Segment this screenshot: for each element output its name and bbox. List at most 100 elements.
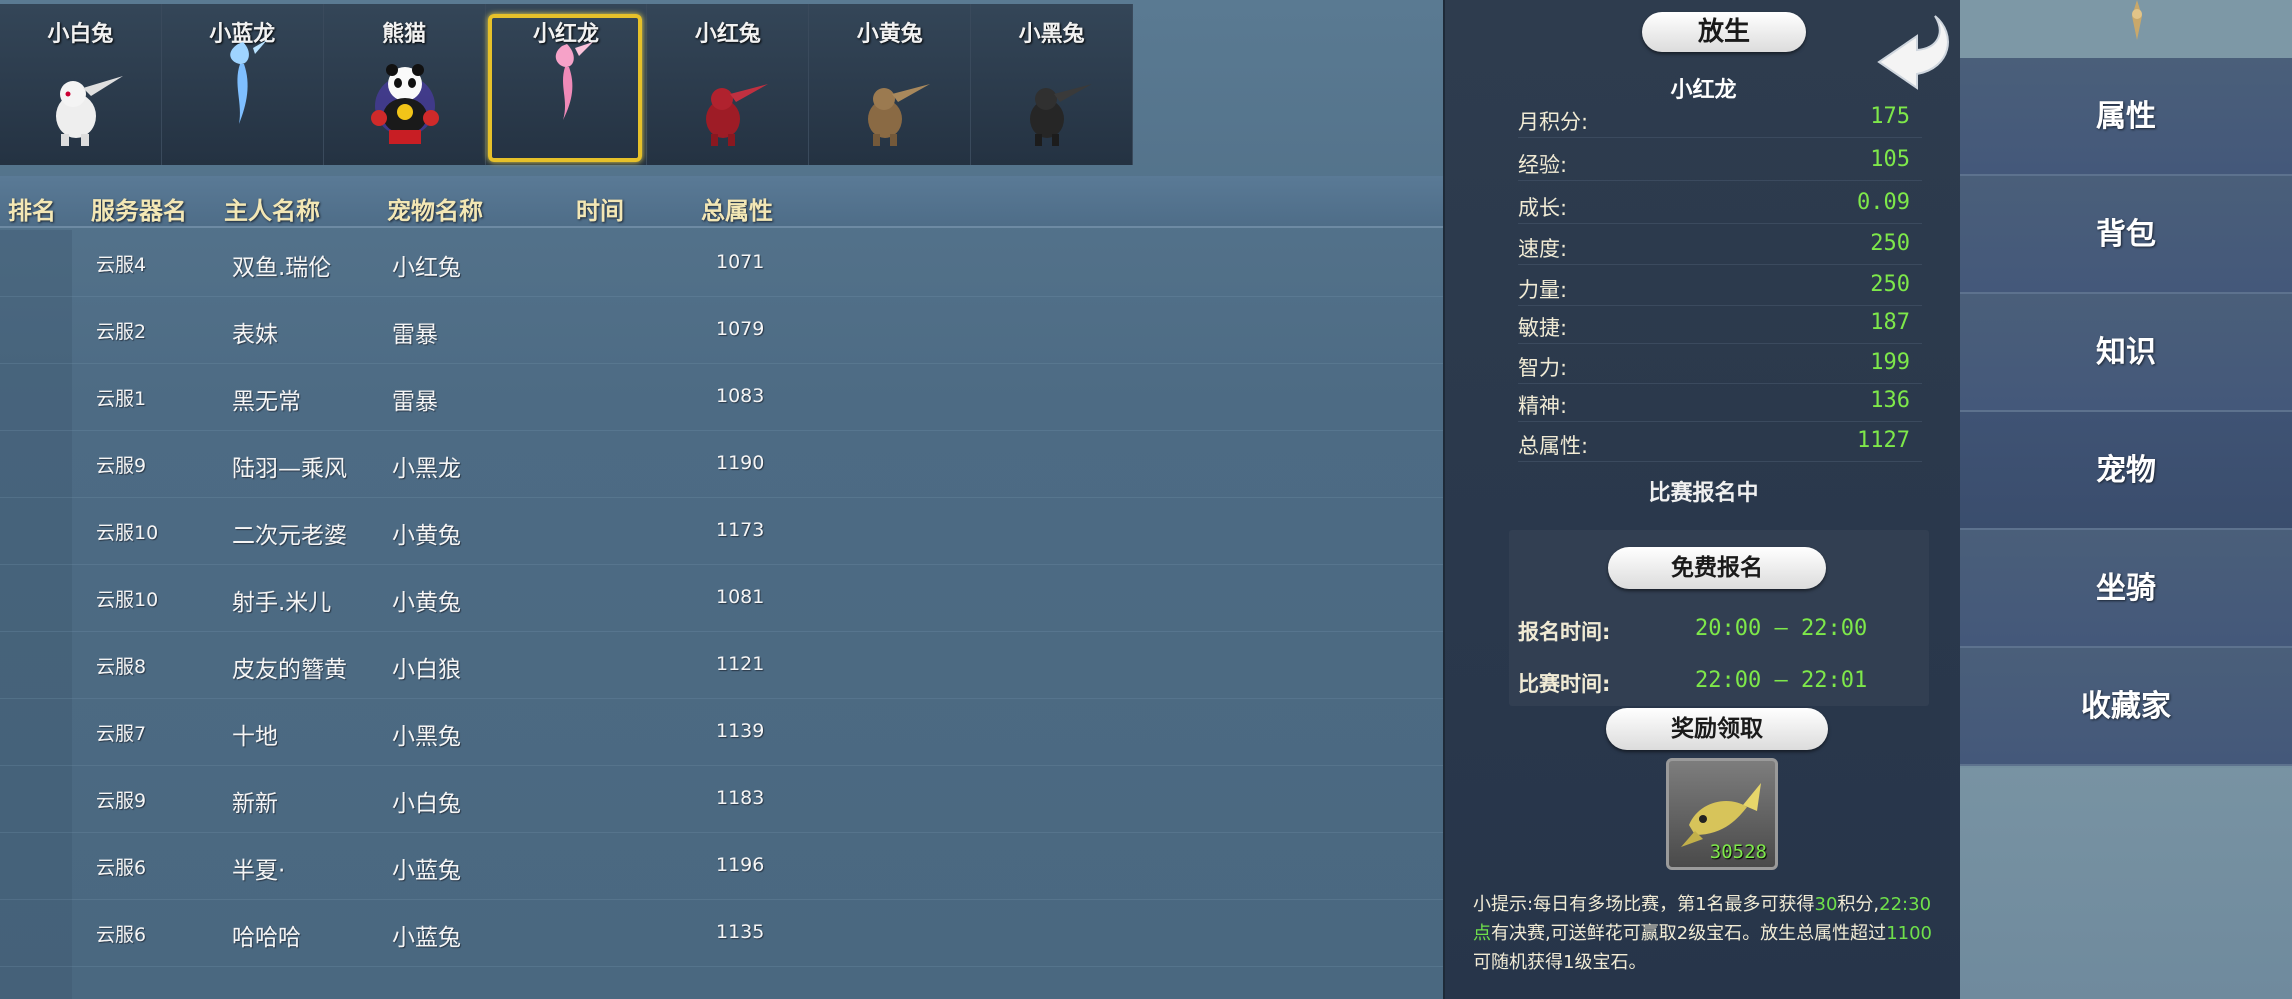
selected-pet-highlight	[488, 14, 642, 162]
ranking-table-body[interactable]: 云服4 双鱼.瑞伦 小红兔 1071 云服2 表妹 雷暴 1079 云服1 黑无…	[0, 230, 1443, 999]
cell-total: 1196	[716, 854, 765, 876]
cell-owner: 半夏·	[232, 858, 286, 884]
tip-text: 小提示:每日有多场比赛，第1名最多可获得30积分,22:30点有决赛,可送鲜花可…	[1473, 890, 1943, 977]
pet-name: 小黑兔	[1018, 22, 1085, 47]
stat-value: 0.09	[1857, 190, 1910, 215]
stat-value: 175	[1870, 104, 1910, 129]
cell-server: 云服10	[96, 522, 159, 544]
menu-item-backpack[interactable]: 背包	[1960, 176, 2292, 294]
cell-pet: 小黄兔	[392, 523, 461, 549]
table-row[interactable]: 云服6 半夏· 小蓝兔 1196	[0, 833, 1443, 900]
table-row[interactable]: 云服6 哈哈哈 小蓝兔 1135	[0, 900, 1443, 967]
release-button[interactable]: 放生	[1642, 12, 1806, 52]
table-row[interactable]: 云服7 十地 小黑兔 1139	[0, 699, 1443, 766]
stat-row-spirit: 精神: 136	[1518, 384, 1922, 422]
cell-owner: 二次元老婆	[232, 523, 347, 549]
pet-slot-blue-dragon[interactable]: 小蓝龙	[161, 4, 324, 165]
stat-value: 250	[1870, 272, 1910, 297]
menu-item-attributes[interactable]: 属性	[1960, 58, 2292, 176]
table-row[interactable]: 云服10 射手.米儿 小黄兔 1081	[0, 565, 1443, 632]
table-row[interactable]: 云服1 黑无常 雷暴 1083	[0, 364, 1443, 431]
reward-count: 30528	[1709, 841, 1767, 863]
stat-label: 成长:	[1518, 196, 1568, 220]
cell-pet: 雷暴	[392, 322, 438, 348]
table-row[interactable]: 云服9 陆羽—乘风 小黑龙 1190	[0, 431, 1443, 498]
cell-pet: 小蓝兔	[392, 858, 461, 884]
signup-time-label: 报名时间:	[1518, 620, 1611, 644]
stat-row-agility: 敏捷: 187	[1518, 306, 1922, 344]
stat-label: 速度:	[1518, 237, 1568, 261]
free-signup-button[interactable]: 免费报名	[1608, 547, 1826, 589]
stat-label: 力量:	[1518, 278, 1568, 302]
stat-row-strength: 力量: 250	[1518, 268, 1922, 306]
pet-selector-bar: 小白兔 小蓝龙 熊猫 小红龙 小红兔 小黄兔 小黑兔	[0, 4, 1134, 165]
table-row[interactable]: 云服9 新新 小白兔 1183	[0, 766, 1443, 833]
claim-reward-button[interactable]: 奖励领取	[1606, 708, 1828, 750]
cell-owner: 射手.米儿	[232, 590, 332, 616]
pet-slot-yellow-rabbit[interactable]: 小黄兔	[809, 4, 972, 165]
stat-label: 总属性:	[1518, 434, 1589, 458]
tassel-ornament-icon	[2132, 0, 2142, 40]
reward-item-slot[interactable]: 30528	[1666, 758, 1778, 870]
pet-slot-panda[interactable]: 熊猫	[323, 4, 486, 165]
cell-pet: 小黑兔	[392, 724, 461, 750]
match-time-label: 比赛时间:	[1518, 672, 1611, 696]
cell-pet: 小白狼	[392, 657, 461, 683]
cell-server: 云服7	[96, 723, 147, 745]
signup-time-value: 20:00 — 22:00	[1695, 616, 1868, 641]
cell-total: 1190	[716, 452, 765, 474]
stat-value: 1127	[1857, 428, 1910, 453]
tip-highlight: 30	[1814, 894, 1838, 915]
stat-row-intelligence: 智力: 199	[1518, 346, 1922, 384]
stat-label: 敏捷:	[1518, 316, 1568, 340]
pet-slot-white-rabbit[interactable]: 小白兔	[0, 4, 162, 165]
menu-bottom-area	[1960, 768, 2292, 999]
menu-item-pets[interactable]: 宠物	[1960, 412, 2292, 530]
stat-row-total-attributes: 总属性: 1127	[1518, 424, 1922, 462]
pet-name: 小红兔	[694, 22, 761, 47]
tip-text-part: 小提示:每日有多场比赛，第1名最多可获得	[1473, 894, 1815, 915]
table-row[interactable]: 云服8 皮友的簪黄 小白狼 1121	[0, 632, 1443, 699]
cell-owner: 黑无常	[232, 389, 301, 415]
table-row[interactable]: 云服2 表妹 雷暴 1079	[0, 297, 1443, 364]
pet-slot-black-rabbit[interactable]: 小黑兔	[971, 4, 1134, 165]
cell-pet: 雷暴	[392, 389, 438, 415]
ranking-table-header: 排名 服务器名 主人名称 宠物名称 时间 总属性	[0, 176, 1443, 228]
table-row[interactable]: 云服10 二次元老婆 小黄兔 1173	[0, 498, 1443, 565]
tip-text-part: 积分,	[1837, 894, 1880, 915]
stat-value: 187	[1870, 310, 1910, 335]
stat-label: 月积分:	[1518, 110, 1589, 134]
cell-owner: 十地	[232, 724, 278, 750]
stat-row-experience: 经验: 105	[1518, 143, 1922, 181]
cell-total: 1083	[716, 385, 765, 407]
cell-server: 云服4	[96, 254, 147, 276]
header-server: 服务器名	[91, 197, 187, 225]
menu-top-strip	[1960, 0, 2292, 58]
cell-pet: 小黑龙	[392, 456, 461, 482]
cell-owner: 双鱼.瑞伦	[232, 255, 332, 281]
cell-server: 云服1	[96, 388, 147, 410]
red-rabbit-icon	[706, 84, 769, 146]
header-owner: 主人名称	[224, 197, 320, 225]
menu-item-mounts[interactable]: 坐骑	[1960, 530, 2292, 648]
pet-detail-panel: 放生 小红龙 月积分: 175 经验: 105 成长: 0.09 速度: 250…	[1443, 0, 1960, 999]
pet-name: 小黄兔	[856, 22, 923, 47]
cell-server: 云服8	[96, 656, 147, 678]
stat-label: 经验:	[1518, 153, 1568, 177]
menu-item-collector[interactable]: 收藏家	[1960, 648, 2292, 766]
cell-total: 1135	[716, 921, 765, 943]
match-time-value: 22:00 — 22:01	[1695, 668, 1868, 693]
side-menu: 属性 背包 知识 宠物 坐骑 收藏家	[1960, 0, 2292, 999]
stat-value: 199	[1870, 350, 1910, 375]
stat-value: 250	[1870, 231, 1910, 256]
menu-item-knowledge[interactable]: 知识	[1960, 294, 2292, 412]
tip-text-part: 有决赛,可送鲜花可赢取2级宝石	[1491, 923, 1743, 944]
stat-row-speed: 速度: 250	[1518, 227, 1922, 265]
match-time-row: 比赛时间: 22:00 — 22:01	[1518, 662, 1922, 702]
stat-value: 105	[1870, 147, 1910, 172]
cell-pet: 小蓝兔	[392, 925, 461, 951]
table-row[interactable]: 云服4 双鱼.瑞伦 小红兔 1071	[0, 230, 1443, 297]
cell-owner: 新新	[232, 791, 278, 817]
cell-server: 云服6	[96, 857, 147, 879]
pet-slot-red-rabbit[interactable]: 小红兔	[647, 4, 810, 165]
